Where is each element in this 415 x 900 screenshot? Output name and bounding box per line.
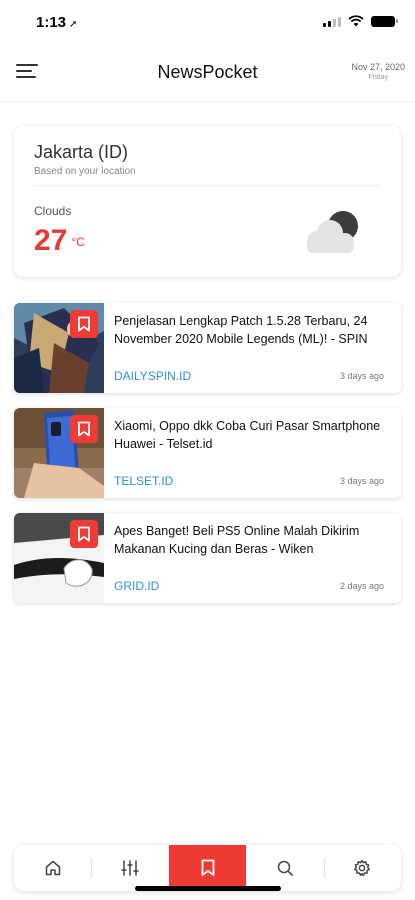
news-source-link[interactable]: GRID.ID <box>114 579 159 593</box>
gear-icon <box>354 859 371 877</box>
weather-card: Jakarta (ID) Based on your location Clou… <box>14 126 401 277</box>
day-text: Friday <box>368 74 388 81</box>
bookmark-icon <box>78 316 90 332</box>
date-text: Nov 27, 2020 <box>351 62 405 72</box>
bookmark-icon <box>201 859 214 876</box>
bookmark-button[interactable] <box>70 310 98 338</box>
news-time: 2 days ago <box>339 581 384 591</box>
location-arrow-icon: ➚ <box>69 19 78 30</box>
weather-condition: Clouds <box>34 204 72 218</box>
bookmark-button[interactable] <box>70 520 98 548</box>
status-time: 1:13 ➚ <box>36 14 77 31</box>
bookmark-icon <box>78 526 90 542</box>
weather-city: Jakarta (ID) <box>34 142 129 162</box>
app-header: NewsPocket Nov 27, 2020 Friday <box>0 44 415 102</box>
news-time: 3 days ago <box>339 476 384 486</box>
status-time-text: 1:13 <box>36 14 67 31</box>
home-icon <box>45 860 60 876</box>
temperature-unit: °C <box>71 235 85 249</box>
status-indicators <box>323 15 398 27</box>
header-date: Nov 27, 2020 Friday <box>351 62 405 81</box>
nav-bookmarks[interactable] <box>168 845 247 891</box>
battery-icon <box>371 15 398 27</box>
nav-home[interactable] <box>14 845 91 891</box>
cellular-signal-icon <box>323 16 341 27</box>
news-title: Xiaomi, Oppo dkk Coba Curi Pasar Smartph… <box>114 419 381 451</box>
nav-settings[interactable] <box>323 845 401 891</box>
weather-temperature: 27 °C <box>34 224 85 258</box>
bookmark-icon <box>78 421 90 437</box>
news-title: Apes Banget! Beli PS5 Online Malah Dikir… <box>114 524 360 556</box>
bookmark-button[interactable] <box>70 415 98 443</box>
news-card[interactable]: Apes Banget! Beli PS5 Online Malah Dikir… <box>14 513 401 603</box>
cloud-night-icon <box>307 211 358 253</box>
news-source-link[interactable]: DAILYSPIN.ID <box>114 369 191 383</box>
divider <box>34 185 381 186</box>
nav-search[interactable] <box>246 845 323 891</box>
news-list: Penjelasan Lengkap Patch 1.5.28 Terbaru,… <box>14 303 401 618</box>
bottom-nav <box>14 845 401 891</box>
temperature-value: 27 <box>34 224 68 257</box>
news-title: Penjelasan Lengkap Patch 1.5.28 Terbaru,… <box>114 314 368 346</box>
home-indicator <box>135 886 281 891</box>
news-time: 3 days ago <box>339 371 384 381</box>
wifi-icon <box>348 15 364 27</box>
menu-icon[interactable] <box>16 64 40 82</box>
news-card[interactable]: Penjelasan Lengkap Patch 1.5.28 Terbaru,… <box>14 303 401 393</box>
news-source-link[interactable]: TELSET.ID <box>114 474 173 488</box>
news-card[interactable]: Xiaomi, Oppo dkk Coba Curi Pasar Smartph… <box>14 408 401 498</box>
search-icon <box>277 860 293 876</box>
status-bar: 1:13 ➚ <box>0 0 415 44</box>
nav-filters[interactable] <box>91 845 168 891</box>
sliders-icon <box>121 860 139 876</box>
weather-location-note: Based on your location <box>34 166 136 177</box>
